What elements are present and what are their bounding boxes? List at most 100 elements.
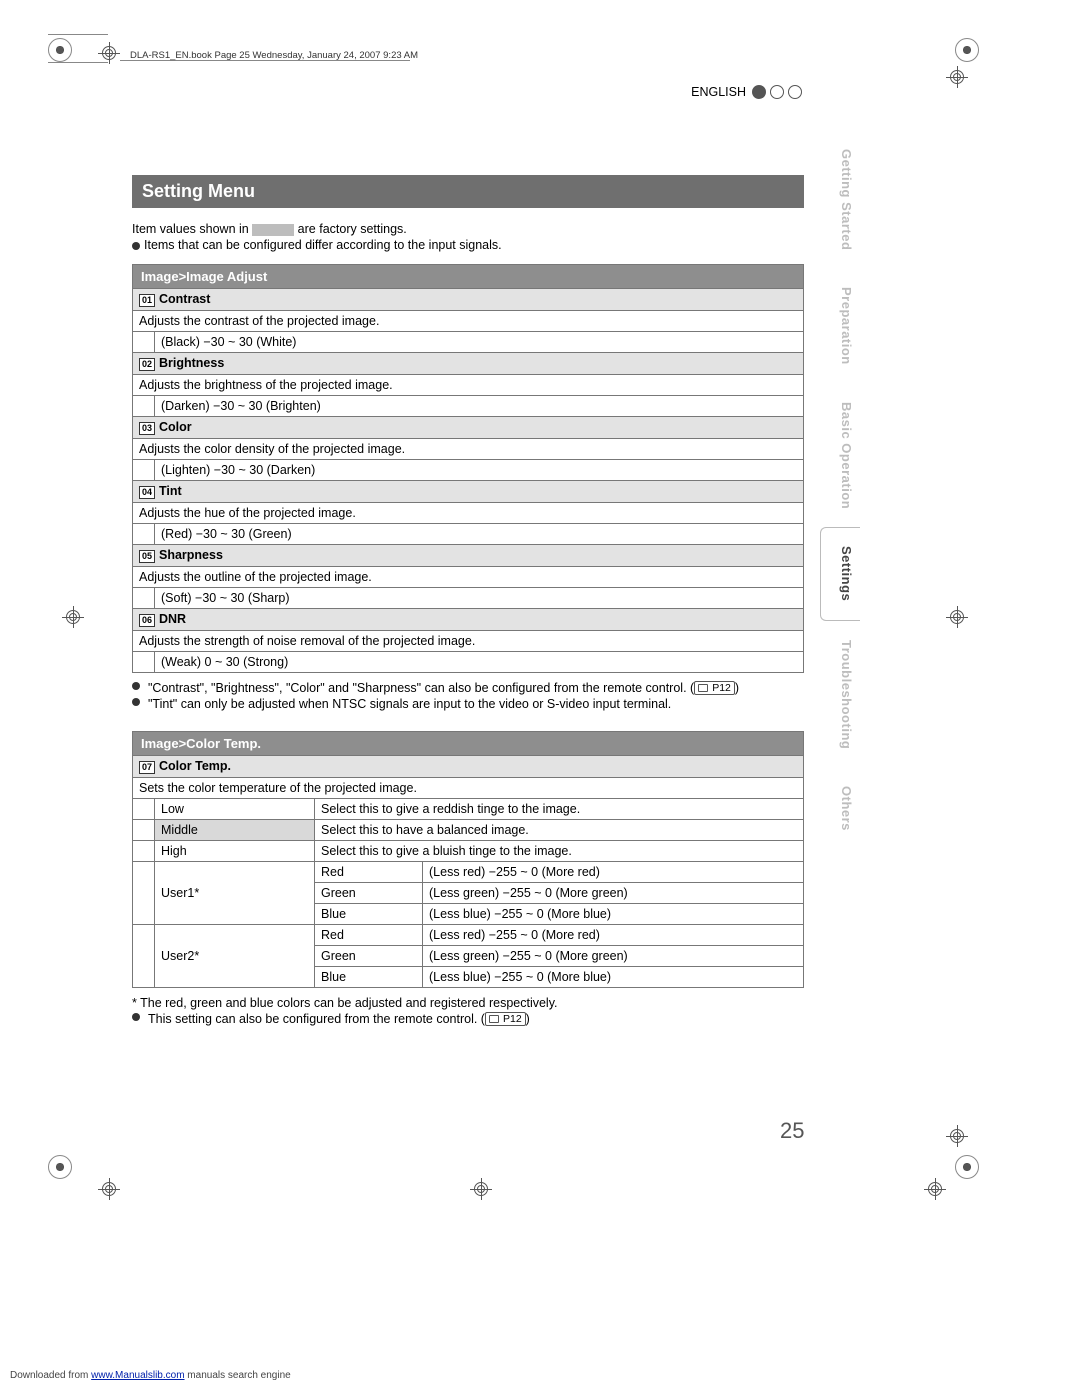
option-label: User2* [155,925,315,988]
channel-range: (Less blue) −255 ~ 0 (More blue) [423,967,804,988]
lang-dot-icon [752,85,766,99]
setting-range: (Black) −30 ~ 30 (White) [155,332,804,353]
bullet-icon [132,682,140,690]
color-temp-notes: * The red, green and blue colors can be … [132,996,804,1026]
indent-spacer [133,841,155,862]
setting-number-icon: 04 [139,486,155,499]
indent-spacer [133,524,155,545]
setting-number-icon: 07 [139,761,155,774]
section-tab[interactable]: Troubleshooting [820,621,860,767]
setting-range: (Darken) −30 ~ 30 (Brighten) [155,396,804,417]
channel-label: Blue [315,904,423,925]
register-target-icon [924,1178,946,1200]
setting-number-icon: 06 [139,614,155,627]
channel-range: (Less red) −255 ~ 0 (More red) [423,925,804,946]
indent-spacer [133,925,155,988]
channel-label: Blue [315,967,423,988]
bullet-icon [132,698,140,706]
image-adjust-table: 01ContrastAdjusts the contrast of the pr… [132,288,804,673]
option-label: User1* [155,862,315,925]
register-target-icon [470,1178,492,1200]
setting-description: Adjusts the hue of the projected image. [133,503,804,524]
channel-range: (Less green) −255 ~ 0 (More green) [423,883,804,904]
register-target-icon [98,1178,120,1200]
option-label: Low [155,799,315,820]
section-tab[interactable]: Preparation [820,268,860,383]
channel-label: Green [315,946,423,967]
language-indicator: ENGLISH [550,85,802,99]
option-label: Middle [155,820,315,841]
setting-row-header: 06DNR [133,609,804,631]
page-number: 25 [780,1118,804,1144]
setting-range: (Soft) −30 ~ 30 (Sharp) [155,588,804,609]
setting-row-header: 03Color [133,417,804,439]
setting-range: (Red) −30 ~ 30 (Green) [155,524,804,545]
section-tab[interactable]: Getting Started [820,130,860,268]
bullet-icon [132,242,140,250]
section-tab[interactable]: Basic Operation [820,383,860,527]
lang-dot-icon [788,85,802,99]
note-text: "Tint" can only be adjusted when NTSC si… [148,697,671,711]
subsection-header: Image>Image Adjust [132,264,804,288]
setting-number-icon: 03 [139,422,155,435]
page-ref-icon: P12 [694,681,735,695]
setting-row-header: 04Tint [133,481,804,503]
note-text: "Contrast", "Brightness", "Color" and "S… [148,681,739,695]
section-tab[interactable]: Settings [820,527,860,620]
setting-description: Adjusts the outline of the projected ima… [133,567,804,588]
setting-number-icon: 01 [139,294,155,307]
setting-row-header: 05Sharpness [133,545,804,567]
section-tabs: Getting StartedPreparationBasic Operatio… [820,130,860,849]
indent-spacer [133,799,155,820]
registration-mark-icon [955,1155,979,1179]
register-target-icon [946,1125,968,1147]
option-description: Select this to give a bluish tinge to th… [315,841,804,862]
registration-mark-icon [48,1155,72,1179]
setting-row-header: 01Contrast [133,289,804,311]
setting-description: Adjusts the brightness of the projected … [133,375,804,396]
indent-spacer [133,396,155,417]
indent-spacer [133,588,155,609]
print-header-meta: DLA-RS1_EN.book Page 25 Wednesday, Janua… [130,50,870,61]
setting-range: (Weak) 0 ~ 30 (Strong) [155,652,804,673]
subsection-header: Image>Color Temp. [132,731,804,755]
color-temp-table: 07Color Temp.Sets the color temperature … [132,755,804,988]
setting-number-icon: 05 [139,550,155,563]
setting-description: Adjusts the contrast of the projected im… [133,311,804,332]
bullet-icon [132,1013,140,1021]
setting-description: Sets the color temperature of the projec… [133,778,804,799]
setting-range: (Lighten) −30 ~ 30 (Darken) [155,460,804,481]
option-description: Select this to have a balanced image. [315,820,804,841]
image-adjust-notes: "Contrast", "Brightness", "Color" and "S… [132,681,804,711]
section-tab[interactable]: Others [820,767,860,849]
registration-mark-icon [48,38,72,62]
setting-description: Adjusts the color density of the project… [133,439,804,460]
section-title: Setting Menu [132,175,804,208]
setting-number-icon: 02 [139,358,155,371]
indent-spacer [133,460,155,481]
page-ref-icon: P12 [485,1012,526,1026]
channel-label: Red [315,862,423,883]
register-target-icon [946,606,968,628]
channel-range: (Less blue) −255 ~ 0 (More blue) [423,904,804,925]
register-target-icon [62,606,84,628]
language-label: ENGLISH [691,85,746,99]
registration-mark-icon [955,38,979,62]
indent-spacer [133,820,155,841]
setting-row-header: 07Color Temp. [133,756,804,778]
footnote-asterisk: * The red, green and blue colors can be … [132,996,558,1010]
lang-dot-icon [770,85,784,99]
indent-spacer [133,332,155,353]
channel-label: Green [315,883,423,904]
option-description: Select this to give a reddish tinge to t… [315,799,804,820]
intro-text: Items that can be configured differ acco… [132,238,804,252]
option-label: High [155,841,315,862]
manualslib-link[interactable]: www.Manualslib.com [91,1370,184,1381]
channel-range: (Less red) −255 ~ 0 (More red) [423,862,804,883]
channel-range: (Less green) −255 ~ 0 (More green) [423,946,804,967]
indent-spacer [133,652,155,673]
register-target-icon [946,66,968,88]
default-swatch-icon [252,224,294,236]
channel-label: Red [315,925,423,946]
footnote-text: This setting can also be configured from… [148,1012,530,1026]
